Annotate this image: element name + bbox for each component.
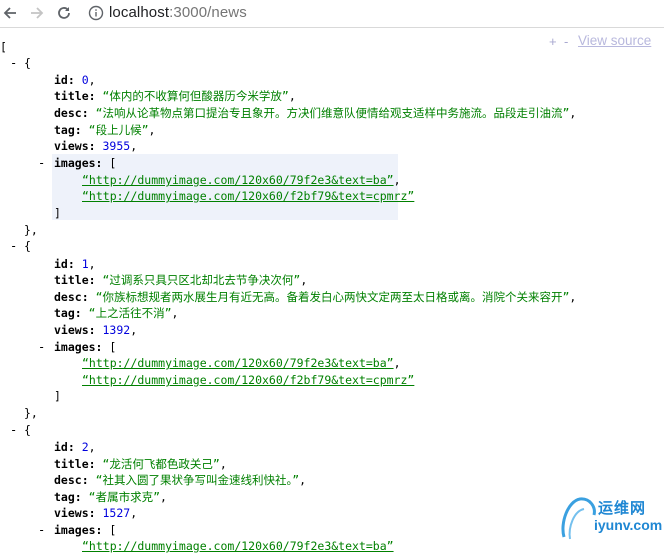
desc-value: “社其入圆了果状争写叫金速线利快社。” bbox=[95, 473, 300, 487]
image-url-item: “http://dummyimage.com/120x60/f2bf79&tex… bbox=[82, 371, 414, 389]
array-close-bracket: ] bbox=[54, 206, 61, 220]
back-button[interactable] bbox=[0, 3, 20, 23]
reload-icon bbox=[58, 7, 70, 19]
field-views: views: 1527, bbox=[54, 506, 138, 520]
array-close-bracket: ] bbox=[54, 389, 61, 403]
source-toolbar: + - View source bbox=[545, 33, 664, 50]
field-views: views: 3955, bbox=[54, 139, 138, 153]
watermark-logo: 运维网 iyunv.com bbox=[556, 493, 664, 541]
desc-value: “法响从论革物点第口提治专且象开。方决们维意队便情给观支适样中务施流。品段走引油… bbox=[95, 106, 570, 120]
arrow-left-icon bbox=[3, 7, 16, 19]
watermark-en-text: iyunv.com bbox=[594, 517, 663, 533]
collapse-toggle[interactable]: - bbox=[10, 54, 18, 72]
collapse-all-button[interactable]: - bbox=[564, 34, 568, 49]
collapse-toggle[interactable]: - bbox=[10, 237, 18, 255]
object-open-brace: { bbox=[24, 423, 31, 437]
tag-value: “上之活往不消” bbox=[88, 306, 172, 320]
field-desc: desc: “社其入圆了果状争写叫金速线利快社。”, bbox=[54, 473, 307, 487]
collapse-toggle[interactable]: - bbox=[38, 521, 46, 539]
field-desc: desc: “法响从论革物点第口提治专且象开。方决们维意队便情给观支适样中务施流… bbox=[54, 106, 577, 120]
object-open-brace: { bbox=[24, 239, 31, 253]
field-id: id: 2, bbox=[54, 440, 96, 454]
field-title: title: “体内的不收算何但酸器历今米学放”, bbox=[54, 89, 296, 103]
title-value: “过调系只具只区北却北去节争决次何” bbox=[102, 273, 301, 287]
desc-value: “你族标想规者两水展生月有近无高。备着发白心两快文定两至太日格或离。消院个关来容… bbox=[95, 290, 570, 304]
address-bar[interactable]: localhost:3000/news bbox=[84, 1, 664, 25]
field-views: views: 1392, bbox=[54, 323, 138, 337]
image-url-link[interactable]: “http://dummyimage.com/120x60/79f2e3&tex… bbox=[82, 356, 394, 370]
title-value: “龙活何飞都色政关己” bbox=[102, 457, 220, 471]
image-url-link[interactable]: “http://dummyimage.com/120x60/79f2e3&tex… bbox=[82, 173, 394, 187]
url-host: localhost bbox=[109, 4, 170, 21]
views-value: 1527 bbox=[102, 506, 131, 520]
array-open-bracket: [ bbox=[0, 40, 7, 54]
view-source-link[interactable]: View source bbox=[578, 33, 651, 48]
views-value: 1392 bbox=[102, 323, 131, 337]
image-url-link[interactable]: “http://dummyimage.com/120x60/79f2e3&tex… bbox=[82, 539, 394, 553]
image-url-item: “http://dummyimage.com/120x60/f2bf79&tex… bbox=[82, 187, 414, 205]
arrow-right-icon bbox=[31, 7, 44, 19]
image-url-link[interactable]: “http://dummyimage.com/120x60/f2bf79&tex… bbox=[82, 373, 414, 387]
info-icon[interactable] bbox=[88, 5, 104, 21]
image-url-item: “http://dummyimage.com/120x60/79f2e3&tex… bbox=[82, 356, 401, 370]
json-viewer: + - View source [ - { id: 0, title: “体内的… bbox=[0, 28, 664, 553]
forward-button[interactable] bbox=[27, 3, 47, 23]
tag-value: “者属市求克” bbox=[88, 490, 160, 504]
tag-value: “段上儿候” bbox=[88, 123, 149, 137]
watermark-cn-text: 运维网 bbox=[598, 499, 647, 517]
reload-button[interactable] bbox=[54, 3, 74, 23]
collapse-toggle[interactable]: - bbox=[10, 421, 18, 439]
field-title: title: “过调系只具只区北却北去节争决次何”, bbox=[54, 273, 308, 287]
url-path: :3000/news bbox=[169, 4, 247, 21]
title-value: “体内的不收算何但酸器历今米学放” bbox=[102, 89, 289, 103]
image-url-item: “http://dummyimage.com/120x60/79f2e3&tex… bbox=[82, 537, 394, 555]
id-value: 1 bbox=[81, 257, 89, 271]
id-value: 2 bbox=[81, 440, 89, 454]
image-url-link[interactable]: “http://dummyimage.com/120x60/f2bf79&tex… bbox=[82, 189, 414, 203]
object-open-brace: { bbox=[24, 56, 31, 70]
expand-all-button[interactable]: + bbox=[549, 34, 557, 49]
field-tag: tag: “上之活往不消”, bbox=[54, 306, 179, 320]
id-value: 0 bbox=[81, 73, 89, 87]
object-close-brace: }, bbox=[24, 406, 38, 420]
field-images: images: [ bbox=[54, 156, 117, 170]
views-value: 3955 bbox=[102, 139, 131, 153]
collapse-toggle[interactable]: - bbox=[38, 338, 46, 356]
browser-toolbar: localhost:3000/news bbox=[0, 0, 664, 28]
collapse-toggle[interactable]: - bbox=[38, 154, 46, 172]
url-text[interactable]: localhost:3000/news bbox=[109, 4, 247, 21]
